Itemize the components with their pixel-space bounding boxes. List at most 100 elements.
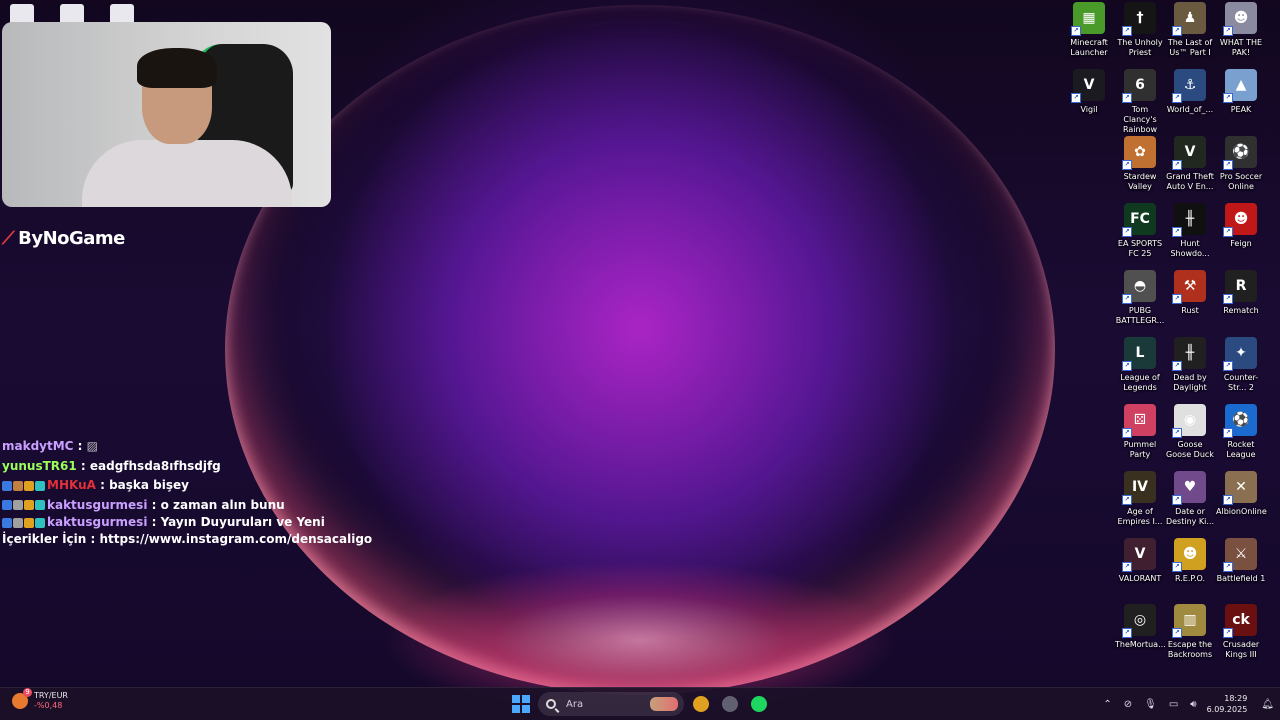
desktop-shortcut[interactable]: ♥ ↗ Date or Destiny Ki... <box>1165 471 1215 527</box>
shortcut-arrow-icon: ↗ <box>1223 361 1233 371</box>
app-icon: ⚽ ↗ <box>1223 404 1257 438</box>
display-icon[interactable]: ▭ <box>1169 699 1178 710</box>
chat-badge-icon <box>2 480 12 491</box>
taskbar-search[interactable]: Ara <box>538 692 684 716</box>
desktop-shortcut[interactable]: ⚓ ↗ World_of_... <box>1165 69 1215 115</box>
network-off-icon[interactable]: ⊘ <box>1124 699 1132 710</box>
desktop-shortcut[interactable]: ☻ ↗ R.E.P.O. <box>1165 538 1215 584</box>
chat-message: kaktusgurmesi : Yayın Duyuruları ve Yeni <box>2 515 325 530</box>
chat-text: Yayın Duyuruları ve Yeni <box>160 515 325 529</box>
system-tray: ⌃ ⊘ 🎙︎ ▭ 🔊︎ 18:29 6.09.2025 🔔︎ <box>1097 688 1280 720</box>
app-icon: L ↗ <box>1122 337 1156 371</box>
desktop-shortcut[interactable]: ▲ ↗ PEAK <box>1216 69 1266 115</box>
desktop-shortcut-label: Stardew Valley <box>1123 172 1157 191</box>
desktop-shortcut[interactable]: ╫ ↗ Hunt Showdo... <box>1165 203 1215 259</box>
chat-username: makdytMC <box>2 439 74 453</box>
desktop-shortcut[interactable]: ◎ ↗ TheMortua... <box>1115 604 1166 650</box>
spotify-icon[interactable] <box>751 696 767 712</box>
desktop-shortcut[interactable]: ◓ ↗ PUBG BATTLEGR... <box>1115 270 1165 326</box>
desktop-shortcut-label: Escape the Backrooms <box>1167 640 1213 659</box>
app-icon: V ↗ <box>1172 136 1206 170</box>
desktop-shortcut[interactable]: V ↗ VALORANT <box>1115 538 1165 584</box>
desktop-shortcut-label: VALORANT <box>1118 574 1162 583</box>
microphone-icon[interactable]: 🎙︎ <box>1144 699 1157 710</box>
desktop-shortcut[interactable]: ☻ ↗ Feign <box>1216 203 1266 249</box>
app-icon: ☻ ↗ <box>1172 538 1206 572</box>
desktop-shortcut[interactable]: ✦ ↗ Counter-Str... 2 <box>1216 337 1266 393</box>
desktop-shortcut-label: Age of Empires I... <box>1117 507 1163 526</box>
bynogame-mark-icon: ⟋ <box>2 228 15 249</box>
desktop-shortcut-label: Counter-Str... 2 <box>1223 373 1259 392</box>
shortcut-arrow-icon: ↗ <box>1172 26 1182 36</box>
desktop-shortcut[interactable]: ♟ ↗ The Last of Us™ Part I <box>1165 2 1215 58</box>
widget-currency[interactable]: 9 TRY/EUR -%0,48 <box>12 688 68 711</box>
chat-badge-icon <box>13 480 23 491</box>
taskbar-clock[interactable]: 18:29 6.09.2025 <box>1207 693 1248 715</box>
currency-widget-icon: 9 <box>12 688 32 709</box>
app-icon: ck ↗ <box>1223 604 1257 638</box>
desktop-shortcut[interactable]: ⚽ ↗ Pro Soccer Online <box>1216 136 1266 192</box>
shortcut-arrow-icon: ↗ <box>1223 495 1233 505</box>
chat-badge-icon <box>2 517 12 528</box>
desktop-shortcut[interactable]: V ↗ Grand Theft Auto V En... <box>1165 136 1215 192</box>
desktop-shortcut-label: World_of_... <box>1166 105 1214 114</box>
currency-pair: TRY/EUR <box>34 691 68 700</box>
desktop-shortcut-label: Dead by Daylight <box>1173 373 1207 392</box>
desktop-shortcut[interactable]: R ↗ Rematch <box>1216 270 1266 316</box>
app-icon: ◉ ↗ <box>1172 404 1206 438</box>
app-icon: ▲ ↗ <box>1223 69 1257 103</box>
app-icon: ☻ ↗ <box>1223 203 1257 237</box>
app-icon: ▦ ↗ <box>1071 2 1105 36</box>
desktop-shortcut-label: EA SPORTS FC 25 <box>1117 239 1163 258</box>
desktop-shortcut[interactable]: IV ↗ Age of Empires I... <box>1115 471 1165 527</box>
app-icon: ◓ ↗ <box>1122 270 1156 304</box>
desktop-shortcut[interactable]: ☻ ↗ WHAT THE PAK! <box>1216 2 1266 58</box>
shortcut-arrow-icon: ↗ <box>1223 294 1233 304</box>
app-icon: 6 ↗ <box>1122 69 1156 103</box>
desktop-shortcut[interactable]: ╫ ↗ Dead by Daylight <box>1165 337 1215 393</box>
chat-username: kaktusgurmesi <box>47 515 148 529</box>
desktop-shortcut[interactable]: ▦ ↗ Minecraft Launcher <box>1064 2 1114 58</box>
app-icon: ⚒ ↗ <box>1172 270 1206 304</box>
desktop-shortcut[interactable]: ⚔ ↗ Battlefield 1 <box>1216 538 1266 584</box>
desktop-shortcut[interactable]: V ↗ Vigil <box>1064 69 1114 115</box>
desktop-shortcut[interactable]: ◉ ↗ Goose Goose Duck <box>1165 404 1215 460</box>
desktop-shortcut[interactable]: ✕ ↗ AlbionOnline <box>1216 471 1267 517</box>
chat-badge-icon <box>35 517 45 528</box>
chevron-up-icon[interactable]: ⌃ <box>1103 699 1111 710</box>
desktop-shortcut-label: PUBG BATTLEGR... <box>1115 306 1165 325</box>
clock-date: 6.09.2025 <box>1206 705 1248 714</box>
app-icon: ♥ ↗ <box>1172 471 1206 505</box>
chat-message: makdytMC : ▨ <box>2 439 98 453</box>
desktop-shortcut[interactable]: ⚒ ↗ Rust <box>1165 270 1215 316</box>
chat-message: MHKuA : başka bişey <box>2 476 302 496</box>
desktop-shortcut[interactable]: 6↗Tom Clancy's Rainbow Si... <box>1115 69 1165 145</box>
desktop-shortcut[interactable]: ▥ ↗ Escape the Backrooms <box>1165 604 1215 660</box>
desktop-shortcut[interactable]: FC ↗ EA SPORTS FC 25 <box>1115 203 1165 259</box>
desktop-shortcut[interactable]: ⚄ ↗ Pummel Party <box>1115 404 1165 460</box>
notification-bell-icon[interactable]: 🔔︎ <box>1261 699 1274 710</box>
app-icon: ✿ ↗ <box>1122 136 1156 170</box>
shortcut-arrow-icon: ↗ <box>1223 428 1233 438</box>
shortcut-arrow-icon: ↗ <box>1172 495 1182 505</box>
desktop-shortcut-label: PEAK <box>1230 105 1252 114</box>
chat-username: yunusTR61 <box>2 458 77 473</box>
app-icon: V ↗ <box>1071 69 1105 103</box>
desktop-shortcut[interactable]: ✿ ↗ Stardew Valley <box>1115 136 1165 192</box>
steam-icon[interactable] <box>722 696 738 712</box>
chrome-icon[interactable] <box>693 696 709 712</box>
desktop-shortcut-label: TheMortua... <box>1115 640 1166 649</box>
desktop-shortcut-label: Vigil <box>1080 105 1098 114</box>
desktop-shortcut-label: Crusader Kings III <box>1222 640 1260 659</box>
desktop-shortcut[interactable]: † ↗ The Unholy Priest <box>1115 2 1165 58</box>
desktop-shortcut[interactable]: L ↗ League of Legends <box>1115 337 1165 393</box>
desktop-shortcut[interactable]: ⚽ ↗ Rocket League <box>1216 404 1266 460</box>
shortcut-arrow-icon: ↗ <box>1122 495 1132 505</box>
desktop-shortcut[interactable]: ck ↗ Crusader Kings III <box>1216 604 1266 660</box>
stream-chat: makdytMC : ▨ yunusTR61 : eadgfhsda8ıfhsdj… <box>2 437 372 550</box>
app-icon: ╫ ↗ <box>1172 203 1206 237</box>
desktop-shortcut-label: WHAT THE PAK! <box>1219 38 1263 57</box>
start-button[interactable] <box>512 695 530 713</box>
volume-icon[interactable]: 🔊︎ <box>1190 699 1196 710</box>
chat-badge-icon <box>13 517 23 528</box>
